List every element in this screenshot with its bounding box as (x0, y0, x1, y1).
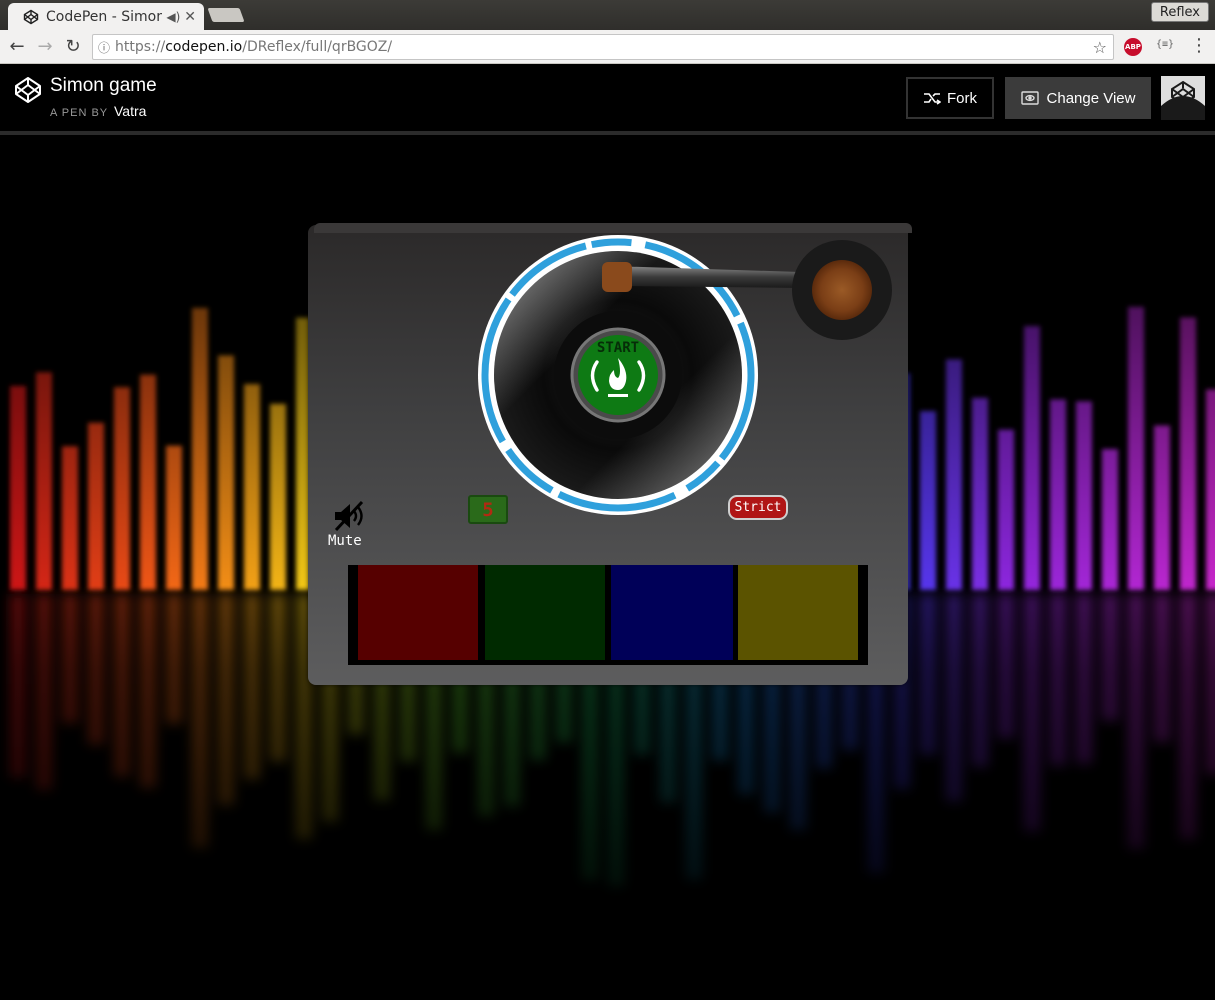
pen-author-link[interactable]: Vatra (114, 103, 146, 119)
green-pad[interactable] (485, 565, 605, 660)
codepen-header: Simon game A PEN BY Vatra Fork Change Vi… (0, 65, 1215, 135)
browser-menu-icon[interactable]: ⋮ (1190, 36, 1208, 56)
blue-pad[interactable] (611, 565, 733, 660)
change-view-label: Change View (1046, 89, 1136, 107)
adblock-extension-icon[interactable]: ABP (1124, 38, 1142, 56)
tab-close-icon[interactable]: ✕ (184, 9, 196, 25)
browser-tab[interactable]: CodePen - Simon game ◀) ✕ (8, 3, 204, 30)
avatar-image (1161, 76, 1205, 120)
new-tab-button[interactable] (207, 8, 245, 22)
fork-button[interactable]: Fork (906, 77, 994, 119)
change-view-button[interactable]: Change View (1005, 77, 1151, 119)
forward-arrow-icon[interactable]: → (33, 35, 57, 59)
start-label: START (597, 340, 639, 356)
url-path: /DReflex/full/qrBGOZ/ (242, 39, 393, 55)
back-arrow-icon[interactable]: ← (5, 35, 29, 59)
pen-byline: A PEN BY Vatra (50, 103, 146, 119)
tonearm-pivot-cork (812, 260, 872, 320)
flame-base-icon (608, 394, 628, 397)
json-extension-icon[interactable]: {≡} (1156, 39, 1174, 50)
tab-title: CodePen - Simon game (46, 8, 163, 25)
browser-toolbar: ← → ↻ ⓘ https://codepen.io/DReflex/full/… (0, 30, 1215, 64)
url-scheme: https:// (115, 39, 166, 55)
profile-button[interactable]: Reflex (1150, 2, 1209, 22)
tab-strip: CodePen - Simon game ◀) ✕ Reflex (0, 0, 1215, 30)
url-host: codepen.io (165, 39, 243, 55)
site-info-icon[interactable]: ⓘ (93, 39, 115, 56)
start-button[interactable]: START (570, 327, 666, 423)
yellow-pad[interactable] (738, 565, 858, 660)
bookmark-star-icon[interactable]: ☆ (1093, 38, 1107, 57)
mute-button[interactable]: Mute (326, 498, 370, 550)
codepen-favicon-icon (22, 8, 40, 26)
step-counter-display: 5 (468, 495, 508, 524)
speaker-muted-icon (334, 500, 364, 532)
pen-by-label: A PEN BY (50, 107, 108, 119)
tab-audio-icon[interactable]: ◀) (166, 10, 180, 24)
color-pads (348, 565, 868, 665)
change-view-icon (1020, 91, 1039, 105)
red-pad[interactable] (358, 565, 478, 660)
codepen-logo-icon[interactable] (14, 76, 42, 104)
reload-icon[interactable]: ↻ (61, 35, 85, 59)
user-avatar[interactable] (1161, 76, 1205, 120)
turntable-graphic: START (478, 235, 892, 515)
strict-mode-button[interactable]: Strict (728, 495, 788, 520)
mute-label: Mute (328, 533, 362, 549)
pen-title: Simon game (50, 75, 157, 96)
address-bar[interactable]: ⓘ https://codepen.io/DReflex/full/qrBGOZ… (92, 34, 1114, 60)
fork-label: Fork (947, 89, 977, 107)
fork-icon (924, 93, 941, 105)
